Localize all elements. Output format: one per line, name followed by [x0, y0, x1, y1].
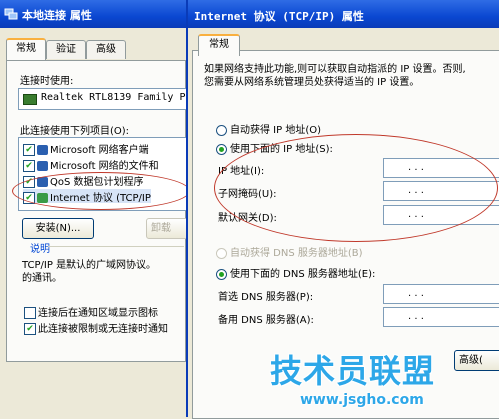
manual-dns-label: 使用下面的 DNS 服务器地址(E):	[230, 269, 376, 280]
auto-dns-option[interactable]: 自动获得 DNS 服务器地址(B)	[216, 244, 363, 259]
alternate-dns-input[interactable]: . . .	[383, 307, 499, 327]
tab-general[interactable]: 常规	[6, 38, 46, 60]
advanced-button[interactable]: 高级(	[454, 350, 499, 371]
connect-using-label: 连接时使用:	[20, 76, 74, 87]
list-item[interactable]: ✔ Microsoft 网络的文件和	[23, 157, 159, 172]
adapter-name: Realtek RTL8139 Family P	[41, 92, 186, 103]
show-icon-label: 连接后在通知区域显示图标	[38, 308, 158, 319]
checkbox-unchecked-icon[interactable]	[24, 307, 36, 319]
list-item-label: Microsoft 网络的文件和	[50, 161, 159, 172]
description-group: 说明 TCP/IP 是默认的广域网协议。 的通讯。	[18, 240, 184, 288]
notify-option[interactable]: ✔ 此连接被限制或无连接时通知	[24, 320, 168, 335]
manual-dns-option[interactable]: 使用下面的 DNS 服务器地址(E):	[216, 265, 375, 280]
service-icon	[37, 161, 48, 171]
tab-authentication[interactable]: 验证	[46, 40, 86, 59]
network-connection-icon	[4, 8, 18, 20]
preferred-dns-input[interactable]: . . .	[383, 284, 499, 304]
install-button[interactable]: 安装(N)...	[22, 218, 94, 239]
client-icon	[37, 145, 48, 155]
window-title: Internet 协议 (TCP/IP) 属性	[194, 10, 364, 23]
local-connection-properties-window: 本地连接 属性 常规 验证 高级 连接时使用: Realtek RTL8139 …	[0, 0, 192, 417]
description-line2: 您需要从网络系统管理员处获得适当的 IP 设置。	[204, 77, 420, 88]
watermark-url: www.jsgho.com	[300, 392, 424, 408]
tab-advanced[interactable]: 高级	[86, 40, 126, 59]
auto-ip-label: 自动获得 IP 地址(O)	[230, 125, 322, 136]
list-item-label: Microsoft 网络客户端	[50, 145, 149, 156]
alternate-dns-label: 备用 DNS 服务器(A):	[218, 315, 314, 326]
radio-selected-icon[interactable]	[216, 143, 227, 155]
checkbox-checked-icon[interactable]: ✔	[23, 160, 35, 172]
description-title: 说明	[30, 244, 50, 255]
radio-disabled-icon[interactable]	[216, 247, 227, 259]
radio-unselected-icon[interactable]	[216, 124, 227, 136]
title-bar[interactable]: 本地连接 属性	[0, 0, 186, 28]
checkbox-checked-icon[interactable]: ✔	[24, 323, 36, 335]
watermark-logo-text: 技术员联盟	[270, 352, 436, 390]
tab-general[interactable]: 常规	[198, 34, 240, 56]
components-label: 此连接使用下列项目(O):	[20, 126, 130, 137]
list-item[interactable]: ✔ Microsoft 网络客户端	[23, 141, 149, 156]
auto-ip-option[interactable]: 自动获得 IP 地址(O)	[216, 121, 321, 136]
notify-label: 此连接被限制或无连接时通知	[38, 324, 168, 335]
window-title: 本地连接 属性	[22, 9, 92, 22]
annotation-oval	[12, 172, 190, 210]
title-bar[interactable]: Internet 协议 (TCP/IP) 属性	[188, 0, 499, 28]
checkbox-checked-icon[interactable]: ✔	[23, 144, 35, 156]
annotation-oval	[214, 134, 498, 242]
ip-separators: . . .	[408, 311, 424, 322]
adapter-box: Realtek RTL8139 Family P	[18, 88, 188, 110]
ip-separators: . . .	[408, 288, 424, 299]
show-icon-option[interactable]: 连接后在通知区域显示图标	[24, 304, 158, 319]
auto-dns-label: 自动获得 DNS 服务器地址(B)	[230, 248, 363, 259]
network-adapter-icon	[23, 94, 37, 105]
description-text-line2: 的通讯。	[22, 273, 62, 284]
preferred-dns-label: 首选 DNS 服务器(P):	[218, 292, 314, 303]
group-divider	[48, 246, 184, 247]
radio-selected-icon[interactable]	[216, 268, 227, 280]
